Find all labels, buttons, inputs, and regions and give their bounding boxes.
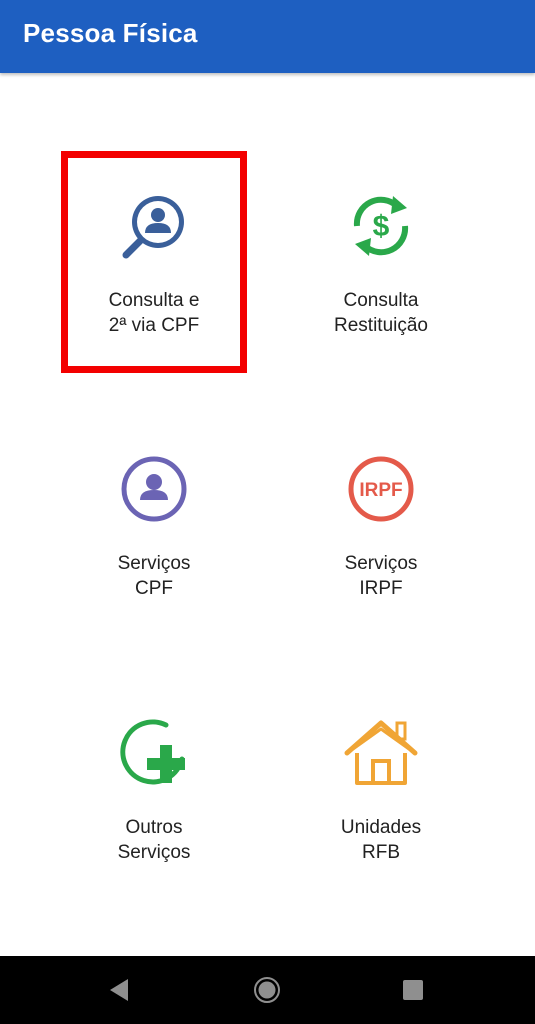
tile-label-line2: IRPF [359, 578, 403, 599]
irpf-circle-icon: IRPF [348, 456, 414, 522]
navigation-bar [0, 956, 535, 1024]
person-circle-icon [121, 456, 187, 522]
tile-label-line1: Consulta [343, 290, 419, 311]
refund-dollar-icon: $ [353, 196, 409, 256]
tile-servicos-irpf[interactable]: IRPF Serviços IRPF [281, 443, 481, 643]
tile-label-line1: Serviços [344, 553, 418, 574]
tile-label-line2: RFB [362, 842, 400, 863]
tile-label-line1: Serviços [117, 553, 191, 574]
page-title: Pessoa Física [23, 18, 198, 48]
screen: Pessoa Física Consulta e 2ª via CPF $ Co… [0, 0, 535, 1024]
home-circle-icon[interactable] [251, 974, 283, 1006]
back-triangle-icon[interactable] [104, 974, 136, 1006]
irpf-icon-text: IRPF [359, 480, 402, 501]
tile-label-line1: Consulta e [108, 290, 200, 311]
tile-label-line1: Unidades [340, 817, 422, 838]
tile-consulta-cpf[interactable]: Consulta e 2ª via CPF [54, 180, 254, 380]
tile-label-line2: Serviços [117, 842, 191, 863]
tile-label-line1: Outros [125, 817, 183, 838]
tile-servicos-cpf[interactable]: Serviços CPF [54, 443, 254, 643]
recents-square-icon[interactable] [397, 974, 429, 1006]
house-icon [344, 720, 418, 785]
svg-text:$: $ [373, 210, 390, 243]
tile-outros-servicos[interactable]: Outros Serviços [54, 707, 254, 907]
tile-label-line2: 2ª via CPF [108, 315, 200, 336]
tile-consulta-restituicao[interactable]: $ Consulta Restituição [281, 180, 481, 380]
app-bar: Pessoa Física [0, 0, 535, 73]
tile-unidades-rfb[interactable]: Unidades RFB [281, 707, 481, 907]
tile-label-line2: Restituição [334, 315, 428, 336]
search-person-icon [122, 196, 184, 259]
circle-plus-icon [120, 719, 185, 785]
tile-label-line2: CPF [135, 578, 173, 599]
